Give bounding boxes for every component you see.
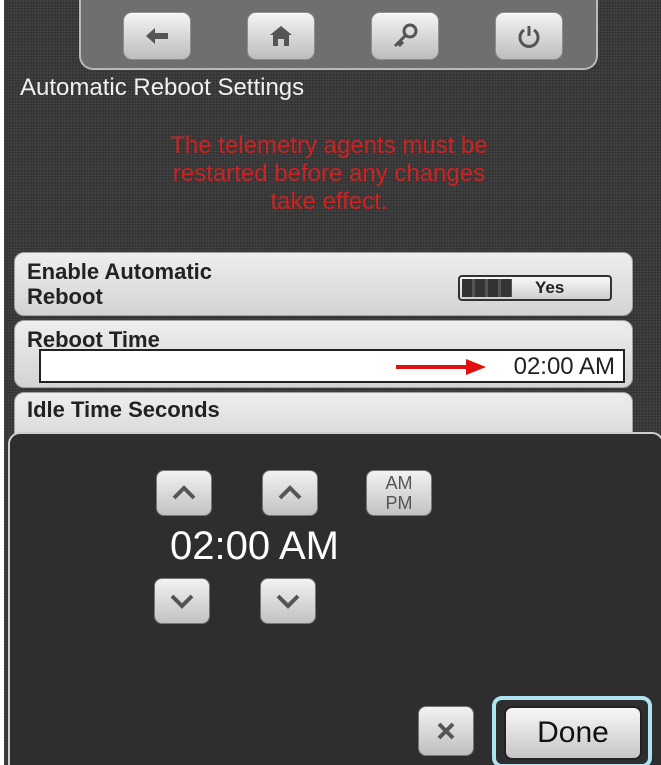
power-button[interactable] xyxy=(495,12,563,60)
reboot-time-value: 02:00 AM xyxy=(513,353,615,380)
minute-down-button[interactable] xyxy=(260,578,316,624)
reboot-time-field[interactable]: 02:00 AM xyxy=(39,349,625,383)
done-highlight: Done xyxy=(492,696,652,765)
am-label: AM xyxy=(385,473,413,493)
pm-label: PM xyxy=(385,493,413,513)
close-icon xyxy=(437,722,455,740)
toggle-value: Yes xyxy=(535,278,565,297)
minute-up-button[interactable] xyxy=(262,470,318,516)
hour-up-button[interactable] xyxy=(156,470,212,516)
chevron-up-icon xyxy=(278,485,302,500)
key-button[interactable] xyxy=(371,12,439,60)
top-toolbar xyxy=(79,0,598,70)
back-button[interactable] xyxy=(123,12,191,60)
idle-time-label: Idle Time Seconds xyxy=(27,397,220,422)
home-button[interactable] xyxy=(247,12,315,60)
done-button[interactable]: Done xyxy=(504,706,642,760)
enable-reboot-label: Enable Automatic Reboot xyxy=(27,259,212,309)
cancel-button[interactable] xyxy=(418,706,474,756)
power-icon xyxy=(518,26,540,48)
hour-down-button[interactable] xyxy=(154,578,210,624)
warning-message: The telemetry agents must be restarted b… xyxy=(170,132,488,215)
enable-reboot-row: Enable Automatic Reboot Yes xyxy=(14,252,633,316)
enable-reboot-toggle[interactable]: Yes xyxy=(458,275,612,301)
picker-time-display: 02:00 AM xyxy=(170,524,340,568)
ampm-toggle-button[interactable]: AM PM xyxy=(366,470,432,516)
reboot-time-row: Reboot Time 02:00 AM xyxy=(14,320,633,388)
time-picker-dialog: AM PM 02:00 AM Done xyxy=(8,432,661,765)
screen: Automatic Reboot Settings The telemetry … xyxy=(4,0,661,765)
page-title: Automatic Reboot Settings xyxy=(20,74,305,101)
back-arrow-icon xyxy=(146,28,168,44)
chevron-down-icon xyxy=(170,594,194,609)
toggle-knob xyxy=(462,279,512,297)
red-arrow-icon xyxy=(396,359,486,375)
key-icon xyxy=(393,23,418,48)
home-icon xyxy=(270,26,292,46)
chevron-up-icon xyxy=(172,485,196,500)
chevron-down-icon xyxy=(276,594,300,609)
